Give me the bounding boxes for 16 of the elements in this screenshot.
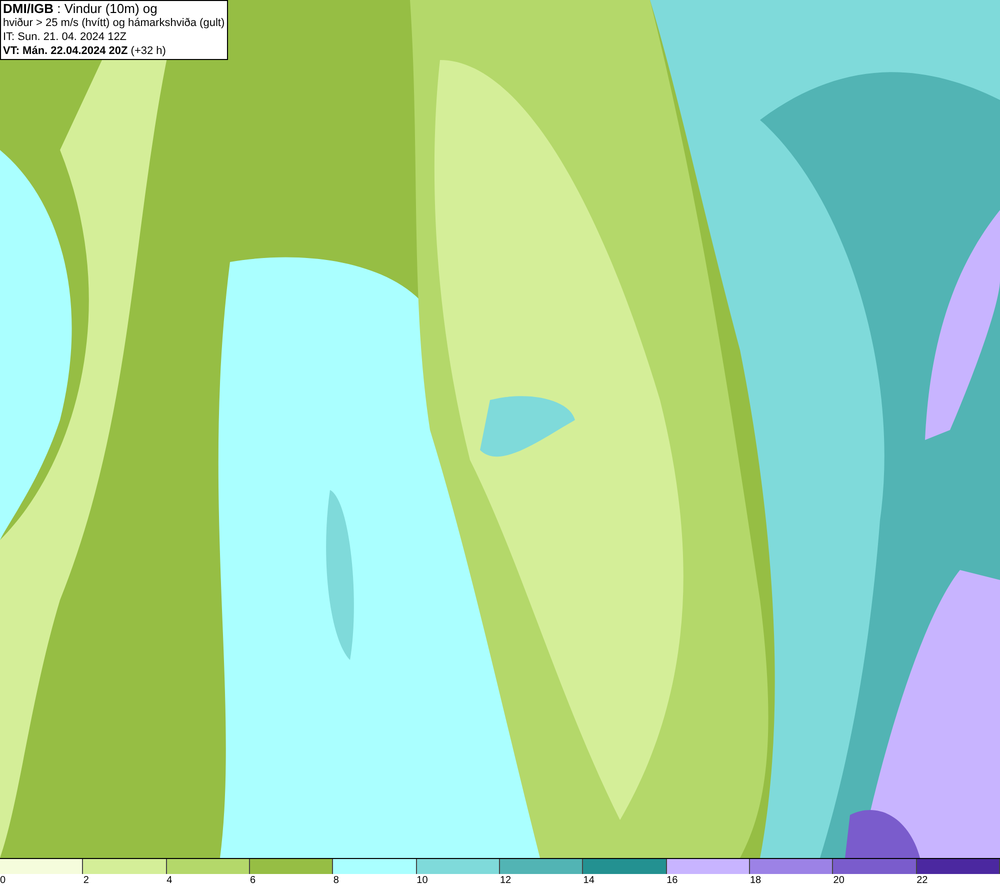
legend-tick-label: 14 [583,874,594,887]
legend-tick-label: 10 [416,874,428,887]
legend-tick-label: 16 [666,874,678,887]
legend-tick-label: 18 [750,874,762,887]
legend-tick-label: 20 [833,874,844,887]
legend-tick-label: 0 [0,874,6,887]
map-title: DMI/IGB : Vindur (10m) og [3,2,158,16]
legend-tick-label: 22 [916,874,928,887]
legend-tick-label: 2 [83,874,89,887]
legend-tick-label: 4 [166,874,172,887]
map-info-line: hviður > 25 m/s (hvítt) og hámarkshviða (gult) [3,16,225,30]
map-info-line: VT: Mán. 22.04.2024 20Z (+32 h) [3,44,167,58]
map-info-line: IT: Sun. 21. 04. 2024 12Z [3,30,128,44]
legend-tick-label: 6 [250,874,256,887]
legend-tick-label: 12 [500,874,512,887]
legend-tick-label: 8 [333,874,339,887]
